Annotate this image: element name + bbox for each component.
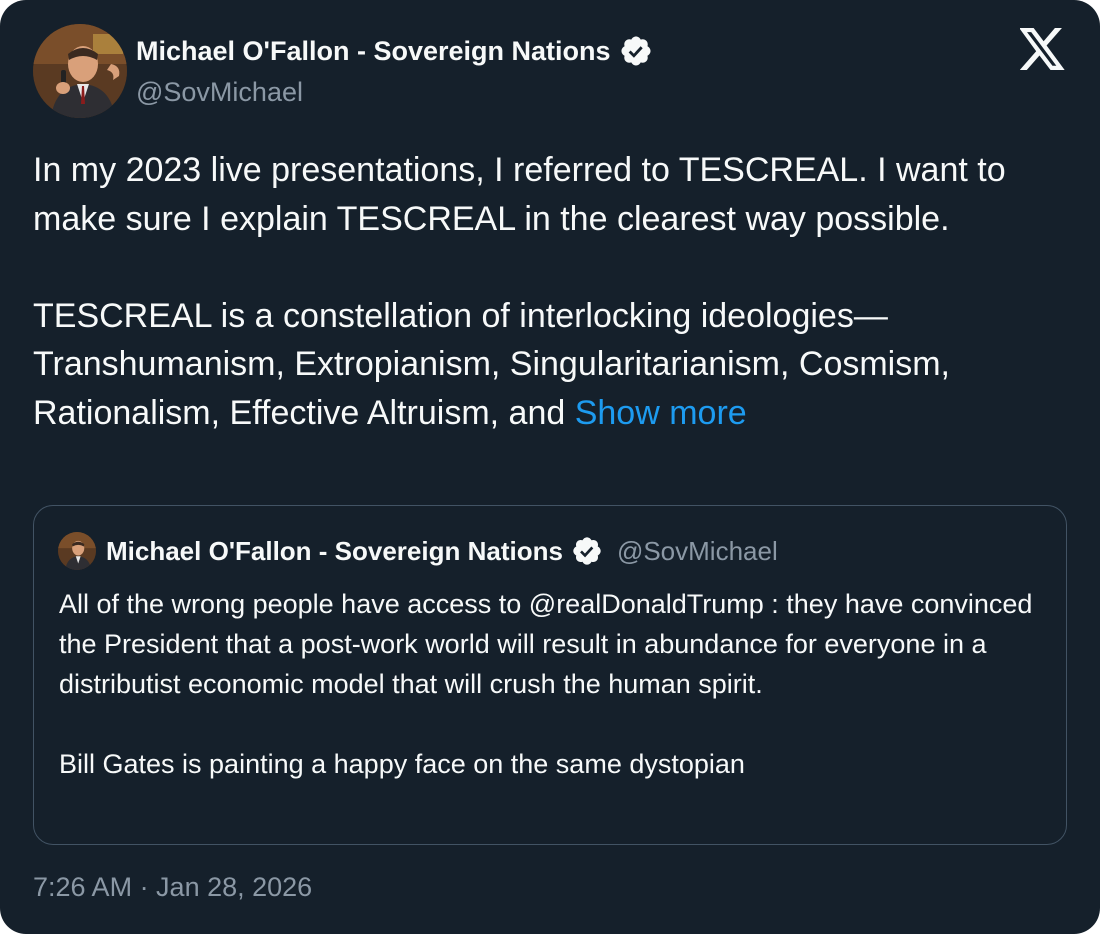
x-logo-icon[interactable] — [1019, 28, 1066, 70]
author-name-row: Michael O'Fallon - Sovereign Nations — [136, 33, 653, 69]
quoted-author-handle[interactable]: @SovMichael — [617, 536, 778, 567]
tweet-timestamp[interactable]: 7:26 AM · Jan 28, 2026 — [33, 872, 312, 903]
tweet-paragraph-2-text: TESCREAL is a constellation of interlock… — [33, 296, 951, 432]
quoted-author-name[interactable]: Michael O'Fallon - Sovereign Nations — [106, 536, 563, 567]
tweet-paragraph-2: TESCREAL is a constellation of interlock… — [33, 292, 1073, 438]
quoted-tweet[interactable]: Michael O'Fallon - Sovereign Nations @So… — [33, 505, 1067, 845]
quoted-avatar-photo — [58, 532, 96, 570]
tweet-card: Michael O'Fallon - Sovereign Nations @So… — [0, 0, 1100, 934]
quoted-paragraph-2: Bill Gates is painting a happy face on t… — [59, 749, 745, 779]
author-handle[interactable]: @SovMichael — [136, 77, 303, 108]
avatar-photo — [33, 24, 127, 118]
quoted-verified-badge-icon — [571, 535, 603, 567]
author-avatar[interactable] — [33, 24, 127, 118]
quoted-header: Michael O'Fallon - Sovereign Nations @So… — [106, 534, 778, 568]
quoted-paragraph-1: All of the wrong people have access to @… — [59, 589, 1033, 699]
show-more-link[interactable]: Show more — [575, 394, 747, 432]
author-name[interactable]: Michael O'Fallon - Sovereign Nations — [136, 36, 611, 67]
quoted-author-avatar[interactable] — [58, 532, 96, 570]
tweet-paragraph-1: In my 2023 live presentations, I referre… — [33, 151, 1006, 238]
tweet-text: In my 2023 live presentations, I referre… — [33, 146, 1073, 437]
verified-badge-icon — [619, 34, 653, 68]
quoted-tweet-text: All of the wrong people have access to @… — [59, 584, 1049, 784]
